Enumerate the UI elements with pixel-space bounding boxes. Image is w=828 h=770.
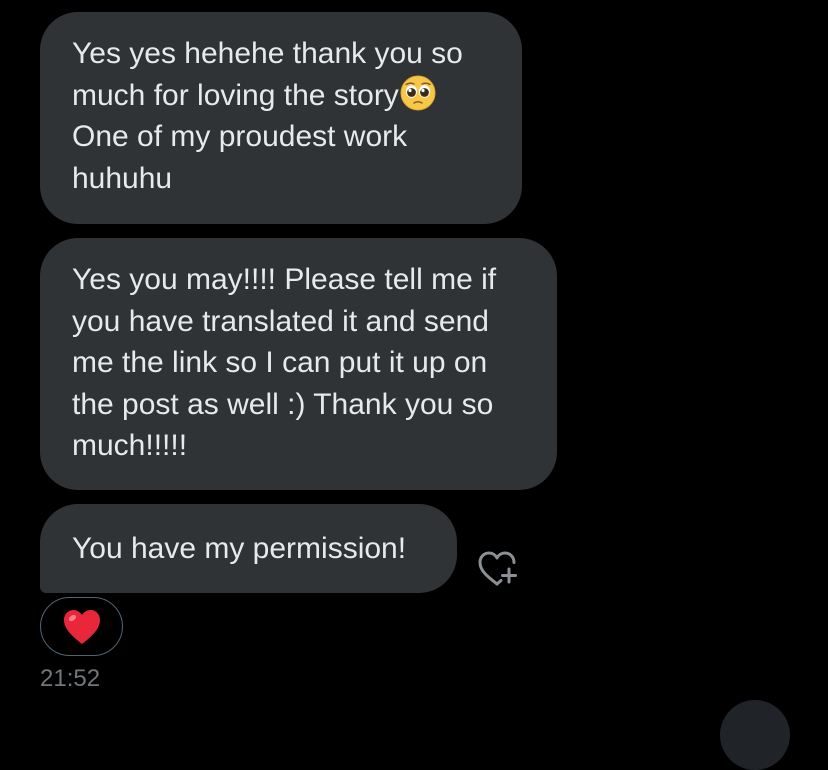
message-timestamp: 21:52: [40, 665, 101, 692]
message-line: Yes you may!!!! Please tell me if: [72, 263, 497, 296]
message-line-text: much for loving the story: [72, 78, 399, 112]
message-line: me the link so I can put it up on: [72, 346, 488, 379]
message-line: you have translated it and send: [72, 304, 489, 338]
pleading-face-emoji-icon: [400, 75, 436, 110]
heart-plus-icon: [478, 551, 517, 586]
scroll-down-button[interactable]: [720, 700, 790, 770]
message-line: One of my proudest work: [72, 120, 408, 153]
message-line: huhuhu: [72, 161, 173, 195]
message-line: Yes yes hehehe thank you so: [72, 37, 463, 70]
message-line: You have my permission!: [72, 532, 407, 565]
message-bubble[interactable]: Yes you may!!!! Please tell me if you ha…: [40, 238, 557, 490]
message-line: much for loving the story: [72, 75, 492, 117]
message-line: much!!!!!: [72, 429, 188, 462]
message-bubble[interactable]: You have my permission!: [40, 504, 457, 593]
reaction-pill[interactable]: [40, 597, 123, 656]
message-line: the post as well :) Thank you so: [72, 387, 494, 421]
add-reaction-button[interactable]: [476, 549, 522, 589]
red-heart-emoji-icon: [63, 609, 100, 644]
message-bubble[interactable]: Yes yes hehehe thank you so much for lov…: [40, 12, 522, 224]
